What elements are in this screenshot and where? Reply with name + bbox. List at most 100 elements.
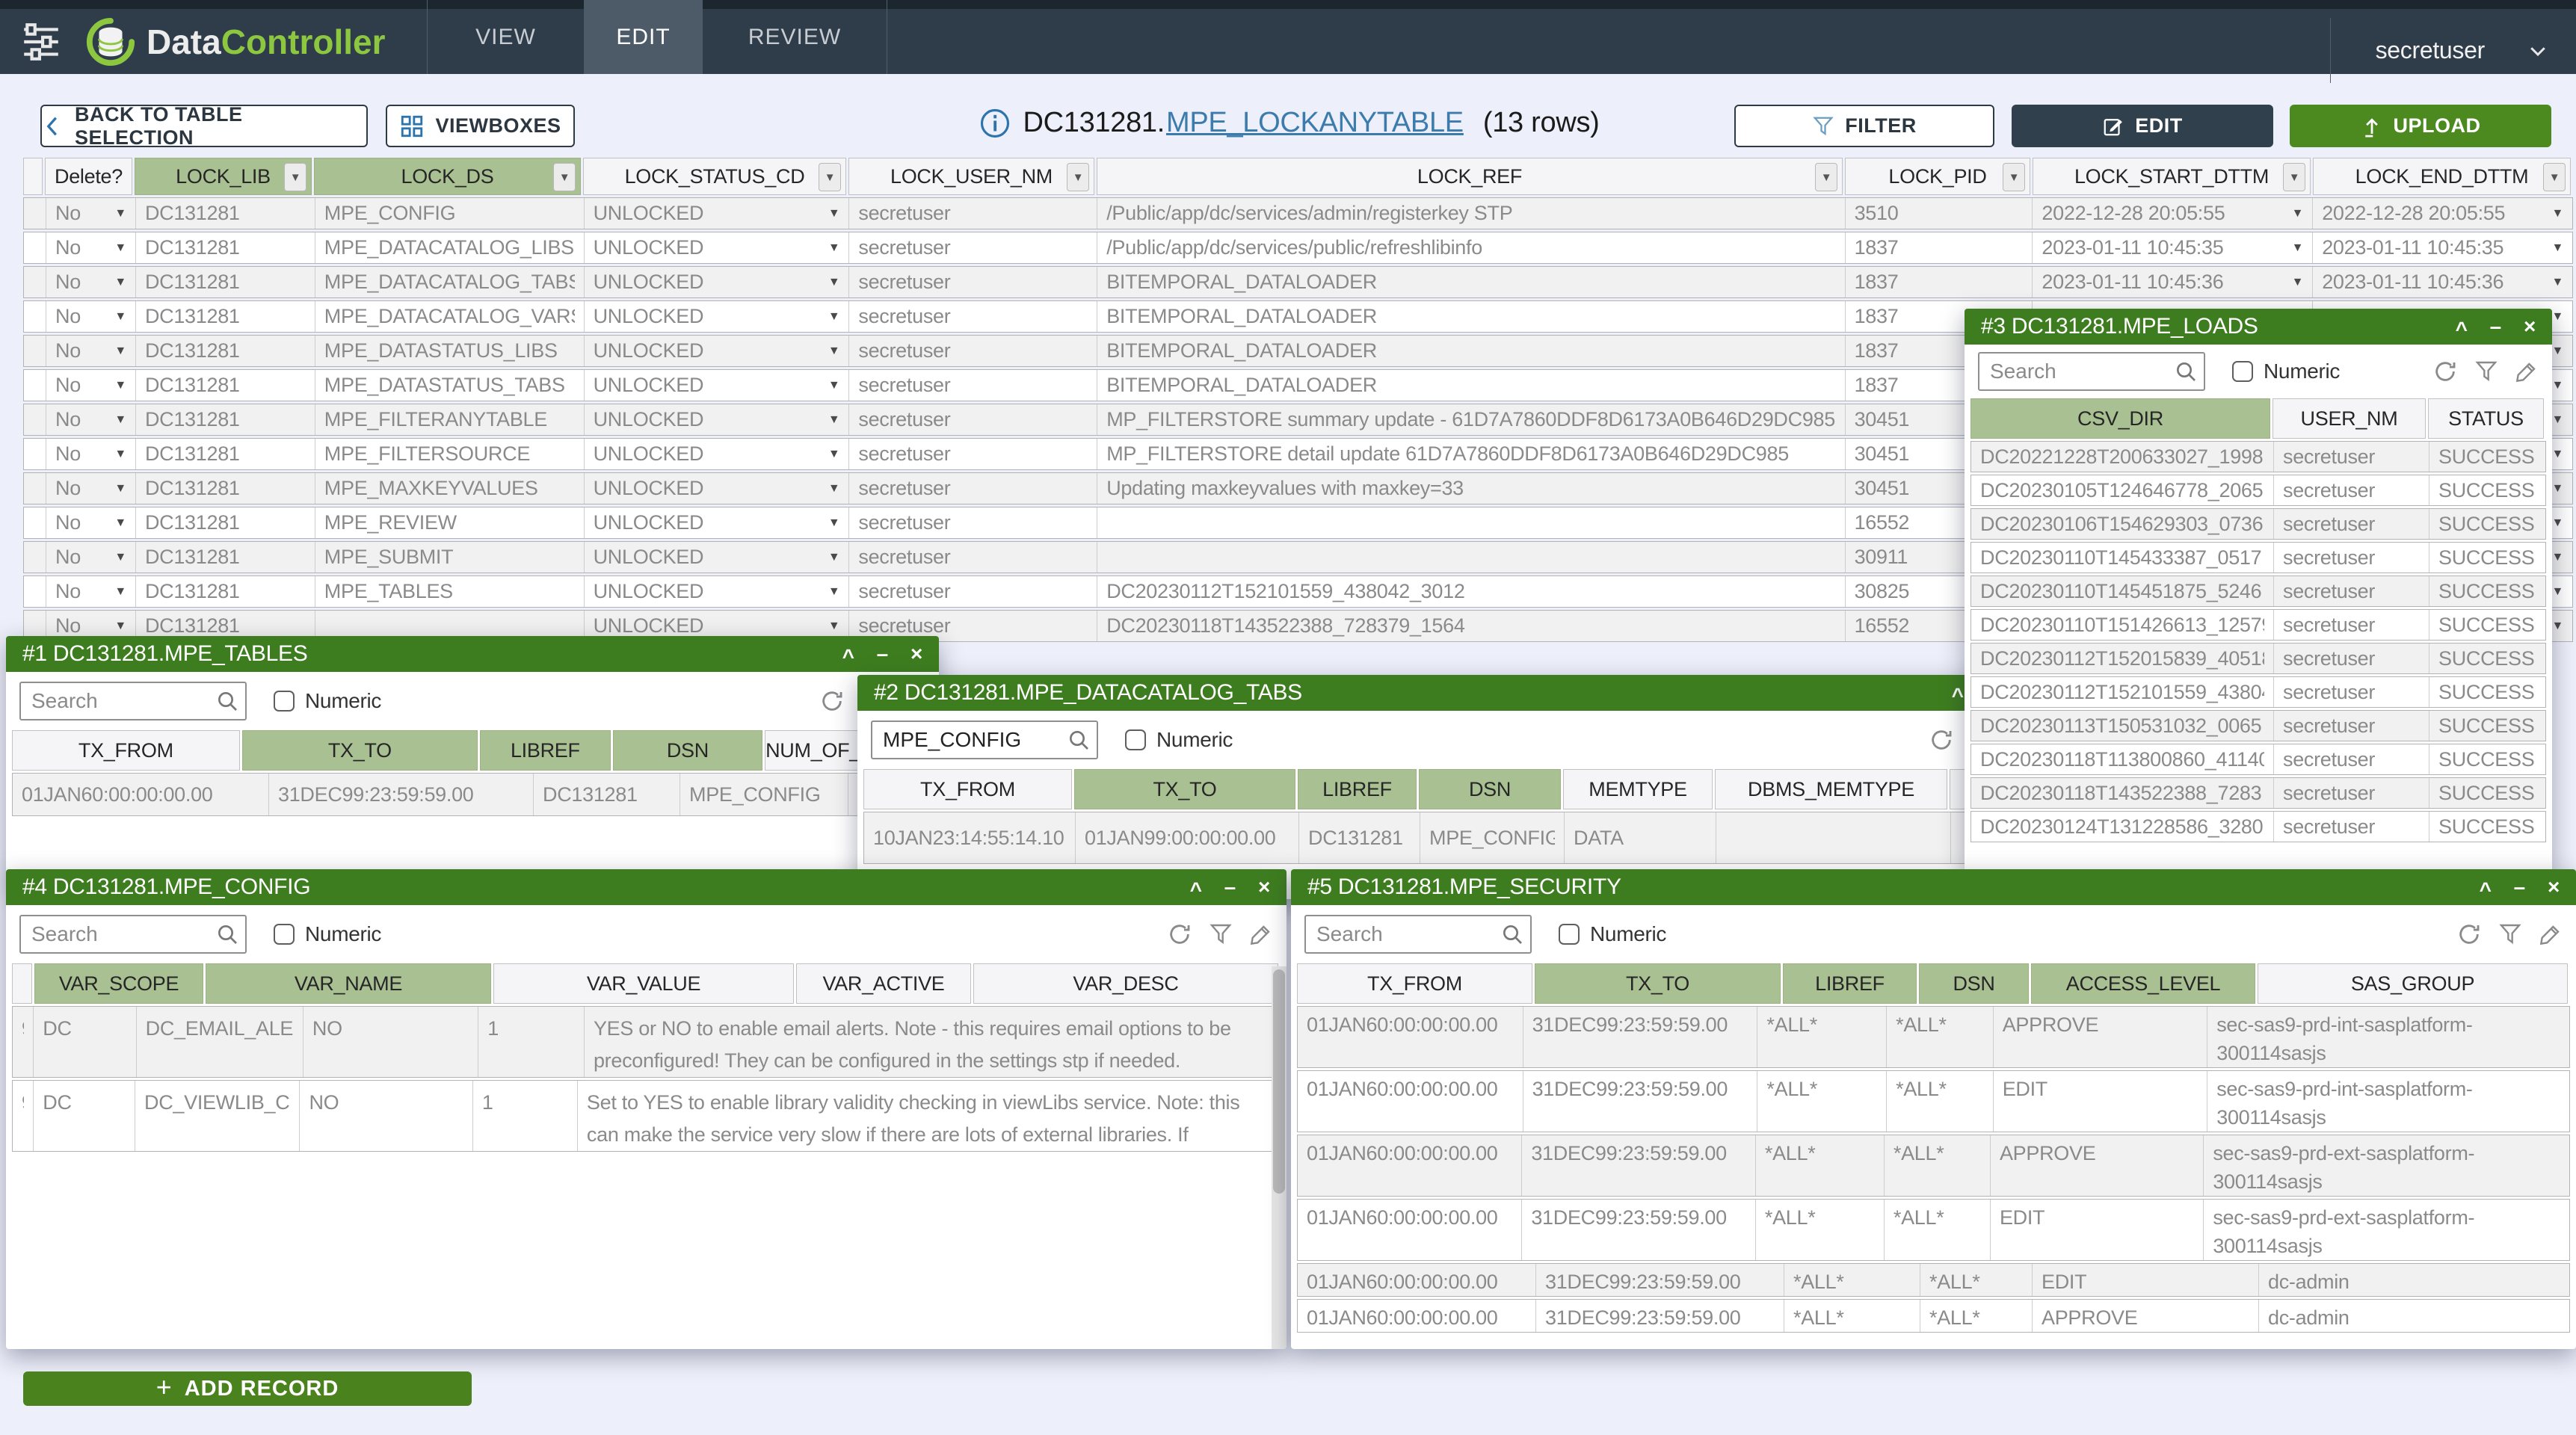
cell-dropdown[interactable]: No▼ xyxy=(46,198,135,229)
add-record-button[interactable]: + ADD RECORD xyxy=(23,1371,472,1406)
column-filter-button[interactable]: ▼ xyxy=(1815,163,1837,191)
column-header[interactable]: LOCK_STATUS_CD▼ xyxy=(583,158,846,195)
close-icon[interactable]: × xyxy=(2524,316,2536,337)
search-input[interactable] xyxy=(871,720,1098,759)
filter-icon[interactable] xyxy=(1209,922,1233,946)
app-logo[interactable]: DataController xyxy=(85,16,437,67)
cell-dropdown[interactable]: UNLOCKED▼ xyxy=(584,404,849,435)
column-header[interactable]: LIBREF xyxy=(1783,963,1917,1004)
viewbox-titlebar[interactable]: #3 DC131281.MPE_LOADS ^ – × xyxy=(1965,309,2552,345)
back-to-table-selection-button[interactable]: BACK TO TABLE SELECTION xyxy=(40,105,368,147)
numeric-filter[interactable]: Numeric xyxy=(2232,359,2340,383)
edit-button[interactable]: EDIT xyxy=(2012,105,2273,147)
numeric-checkbox[interactable] xyxy=(2232,361,2253,382)
column-filter-button[interactable]: ▼ xyxy=(553,163,576,191)
minimize-icon[interactable]: – xyxy=(1224,877,1236,898)
cell-dropdown[interactable]: No▼ xyxy=(46,542,135,573)
numeric-filter[interactable]: Numeric xyxy=(274,689,381,713)
column-filter-button[interactable]: ▼ xyxy=(1067,163,1089,191)
column-header[interactable]: LOCK_USER_NM▼ xyxy=(848,158,1094,195)
column-header[interactable]: MEMTYPE xyxy=(1563,769,1713,809)
column-filter-button[interactable]: ▼ xyxy=(284,163,306,191)
column-header[interactable]: TX_FROM xyxy=(1297,963,1532,1004)
column-header[interactable]: LIBREF xyxy=(1298,769,1417,809)
viewbox-titlebar[interactable]: #1 DC131281.MPE_TABLES ^ – × xyxy=(6,636,939,672)
column-header[interactable]: LOCK_REF▼ xyxy=(1097,158,1843,195)
refresh-icon[interactable] xyxy=(2432,359,2458,384)
cell-dropdown[interactable]: UNLOCKED▼ xyxy=(584,198,849,229)
menu-icon[interactable] xyxy=(0,20,82,64)
tab-edit[interactable]: EDIT xyxy=(584,0,703,74)
refresh-icon[interactable] xyxy=(819,688,845,714)
column-header[interactable]: DBMS_MEMTYPE xyxy=(1715,769,1947,809)
filter-icon[interactable] xyxy=(2474,359,2498,383)
cell-dropdown[interactable]: 2023-01-11 10:45:36▼ xyxy=(2312,267,2572,297)
column-header[interactable] xyxy=(23,158,43,195)
search-input[interactable] xyxy=(1304,915,1532,954)
cell-dropdown[interactable]: UNLOCKED▼ xyxy=(584,507,849,538)
cell-dropdown[interactable]: UNLOCKED▼ xyxy=(584,232,849,263)
info-icon[interactable] xyxy=(979,108,1011,139)
minimize-icon[interactable]: – xyxy=(2490,316,2501,337)
column-header[interactable]: LOCK_DS▼ xyxy=(314,158,581,195)
vertical-scrollbar[interactable] xyxy=(1272,966,1287,1349)
numeric-filter[interactable]: Numeric xyxy=(1559,922,1666,946)
collapse-icon[interactable]: ^ xyxy=(1952,685,1964,706)
edit-pencil-icon[interactable] xyxy=(1249,922,1273,946)
close-icon[interactable]: × xyxy=(1258,877,1270,898)
filter-button[interactable]: FILTER xyxy=(1734,105,1994,147)
column-header[interactable] xyxy=(12,963,32,1004)
minimize-icon[interactable]: – xyxy=(877,644,888,664)
cell-dropdown[interactable]: UNLOCKED▼ xyxy=(584,542,849,573)
cell-dropdown[interactable]: UNLOCKED▼ xyxy=(584,439,849,469)
cell-dropdown[interactable]: No▼ xyxy=(46,336,135,366)
cell-dropdown[interactable]: UNLOCKED▼ xyxy=(584,370,849,401)
column-header[interactable]: TX_TO xyxy=(1074,769,1295,809)
search-input[interactable] xyxy=(19,682,247,720)
numeric-filter[interactable]: Numeric xyxy=(274,922,381,946)
column-filter-button[interactable]: ▼ xyxy=(2543,163,2566,191)
refresh-icon[interactable] xyxy=(2456,922,2482,947)
numeric-filter[interactable]: Numeric xyxy=(1125,728,1233,752)
viewbox-titlebar[interactable]: #5 DC131281.MPE_SECURITY ^ – × xyxy=(1291,869,2576,905)
cell-dropdown[interactable]: 2022-12-28 20:05:55▼ xyxy=(2312,198,2572,229)
column-header[interactable]: ACCESS_LEVEL xyxy=(2031,963,2255,1004)
collapse-icon[interactable]: ^ xyxy=(2456,319,2468,340)
column-header[interactable]: LIBREF xyxy=(480,730,611,771)
column-header[interactable]: Delete? xyxy=(45,158,132,195)
edit-pencil-icon[interactable] xyxy=(2515,359,2539,383)
column-filter-button[interactable]: ▼ xyxy=(2283,163,2305,191)
cell-dropdown[interactable]: No▼ xyxy=(46,473,135,504)
column-header[interactable]: VAR_SCOPE xyxy=(34,963,203,1004)
cell-dropdown[interactable]: No▼ xyxy=(46,301,135,332)
tab-review[interactable]: REVIEW xyxy=(703,0,887,74)
numeric-checkbox[interactable] xyxy=(274,924,295,945)
column-header[interactable]: TX_FROM xyxy=(863,769,1072,809)
column-header[interactable]: LOCK_START_DTTM▼ xyxy=(2033,158,2311,195)
column-header[interactable]: VAR_DESC xyxy=(973,963,1278,1004)
cell-dropdown[interactable]: No▼ xyxy=(46,439,135,469)
close-icon[interactable]: × xyxy=(910,644,922,664)
cell-dropdown[interactable]: 2022-12-28 20:05:55▼ xyxy=(2032,198,2312,229)
column-header[interactable]: VAR_ACTIVE xyxy=(796,963,971,1004)
viewbox-titlebar[interactable]: #4 DC131281.MPE_CONFIG ^ – × xyxy=(6,869,1287,905)
column-header[interactable]: STATUS xyxy=(2428,398,2544,439)
table-name-link[interactable]: MPE_LOCKANYTABLE xyxy=(1166,107,1464,139)
column-filter-button[interactable]: ▼ xyxy=(819,163,841,191)
column-header[interactable]: SAS_GROUP xyxy=(2258,963,2568,1004)
user-menu[interactable]: secretuser xyxy=(2330,18,2576,83)
cell-dropdown[interactable]: UNLOCKED▼ xyxy=(584,576,849,607)
cell-dropdown[interactable]: No▼ xyxy=(46,370,135,401)
cell-dropdown[interactable]: UNLOCKED▼ xyxy=(584,473,849,504)
edit-pencil-icon[interactable] xyxy=(2539,922,2563,946)
viewbox-titlebar[interactable]: #2 DC131281.MPE_DATACATALOG_TABS ^ – × xyxy=(857,675,2048,711)
cell-dropdown[interactable]: UNLOCKED▼ xyxy=(584,267,849,297)
collapse-icon[interactable]: ^ xyxy=(842,646,854,667)
column-header[interactable]: DSN xyxy=(1419,769,1561,809)
column-header[interactable]: TX_FROM xyxy=(12,730,240,771)
column-header[interactable]: TX_TO xyxy=(1535,963,1781,1004)
minimize-icon[interactable]: – xyxy=(2514,877,2525,898)
column-header[interactable]: LOCK_END_DTTM▼ xyxy=(2313,158,2571,195)
cell-dropdown[interactable]: UNLOCKED▼ xyxy=(584,301,849,332)
column-header[interactable]: VAR_VALUE xyxy=(493,963,794,1004)
